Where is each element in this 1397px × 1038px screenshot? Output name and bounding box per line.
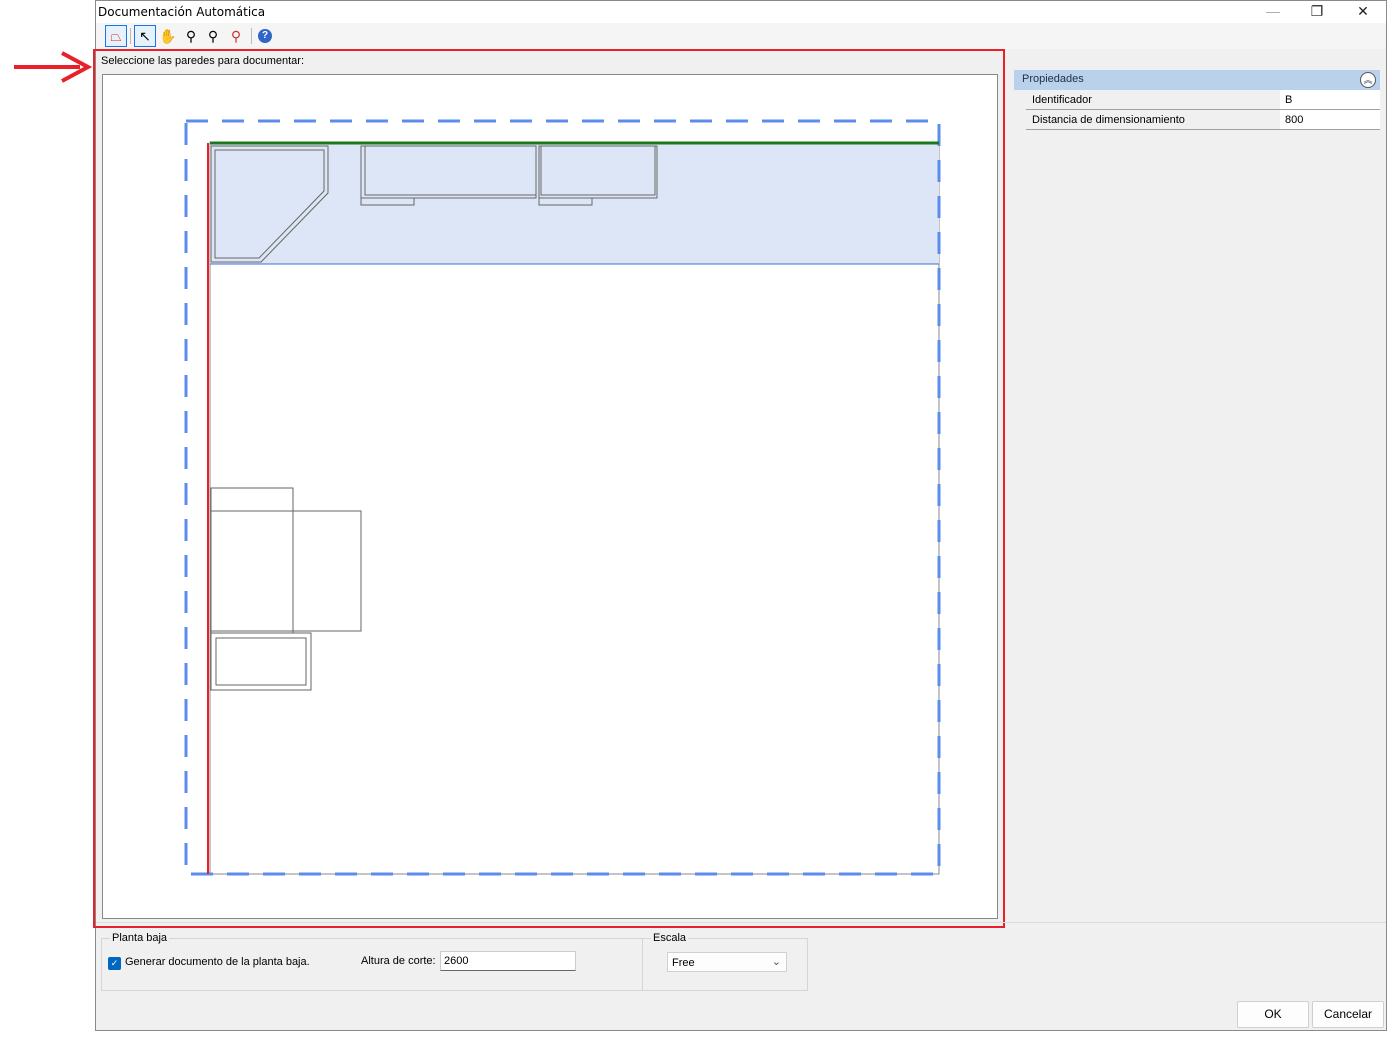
auto-documentation-dialog: Documentación Automática — ❐ ✕ ⏢ ↖ ✋ ⚲ ⚲… <box>93 0 1387 1031</box>
scale-label: Escala <box>651 932 689 944</box>
scale-value: Free <box>672 957 695 969</box>
chevron-down-icon: ⌄ <box>771 956 781 968</box>
instruction-label: Seleccione las paredes para documentar: <box>101 55 305 67</box>
annotation-arrow <box>14 51 93 83</box>
scale-select[interactable]: Free ⌄ <box>667 952 787 972</box>
properties-title: Propiedades <box>1022 73 1084 85</box>
zoom-window-icon[interactable]: ⚲ <box>202 25 224 47</box>
cut-height-label: Altura de corte: <box>361 955 436 967</box>
cut-height-input[interactable]: 2600 <box>440 951 576 971</box>
wall-select-tool-icon[interactable]: ⏢ <box>105 25 127 47</box>
pointer-icon[interactable]: ↖ <box>134 25 156 47</box>
help-icon[interactable]: ? <box>254 25 276 47</box>
pan-hand-icon[interactable]: ✋ <box>157 25 179 47</box>
properties-header[interactable]: Propiedades ︽ <box>1014 70 1380 90</box>
title-bar: Documentación Automática — ❐ ✕ <box>96 1 1386 23</box>
property-row-dimension-distance: Distancia de dimensionamiento 800 <box>1026 110 1380 130</box>
zoom-in-icon[interactable]: ⚲ <box>180 25 202 47</box>
property-key: Distancia de dimensionamiento <box>1032 114 1185 126</box>
close-button[interactable]: ✕ <box>1348 3 1378 21</box>
floor-plan-drawing <box>184 119 941 876</box>
scale-group: Escala Free ⌄ <box>642 932 808 991</box>
minimize-button[interactable]: — <box>1258 3 1288 21</box>
collapse-icon[interactable]: ︽ <box>1360 72 1376 88</box>
property-row-identifier: Identificador B <box>1026 90 1380 110</box>
identifier-field[interactable]: B <box>1280 90 1380 109</box>
property-key: Identificador <box>1032 94 1092 106</box>
ground-floor-label: Planta baja <box>110 932 170 944</box>
ok-button[interactable]: OK <box>1237 1001 1309 1028</box>
properties-panel: Propiedades ︽ Identificador B Distancia de… <box>1014 70 1380 130</box>
ground-floor-group: Planta baja ✓ Generar documento de la pl… <box>101 932 643 991</box>
toolbar: ⏢ ↖ ✋ ⚲ ⚲ ⚲ ? <box>96 23 1386 49</box>
window-title: Documentación Automática <box>98 5 266 19</box>
generate-ground-floor-label: Generar documento de la planta baja. <box>125 956 310 968</box>
wall-highlight-area <box>210 142 939 264</box>
dimension-distance-field[interactable]: 800 <box>1280 110 1380 129</box>
generate-ground-floor-checkbox[interactable]: ✓ <box>108 957 121 970</box>
restore-button[interactable]: ❐ <box>1302 3 1332 21</box>
floor-plan-canvas[interactable] <box>102 74 998 919</box>
zoom-extents-icon[interactable]: ⚲ <box>225 25 247 47</box>
cancel-button[interactable]: Cancelar <box>1312 1001 1384 1028</box>
